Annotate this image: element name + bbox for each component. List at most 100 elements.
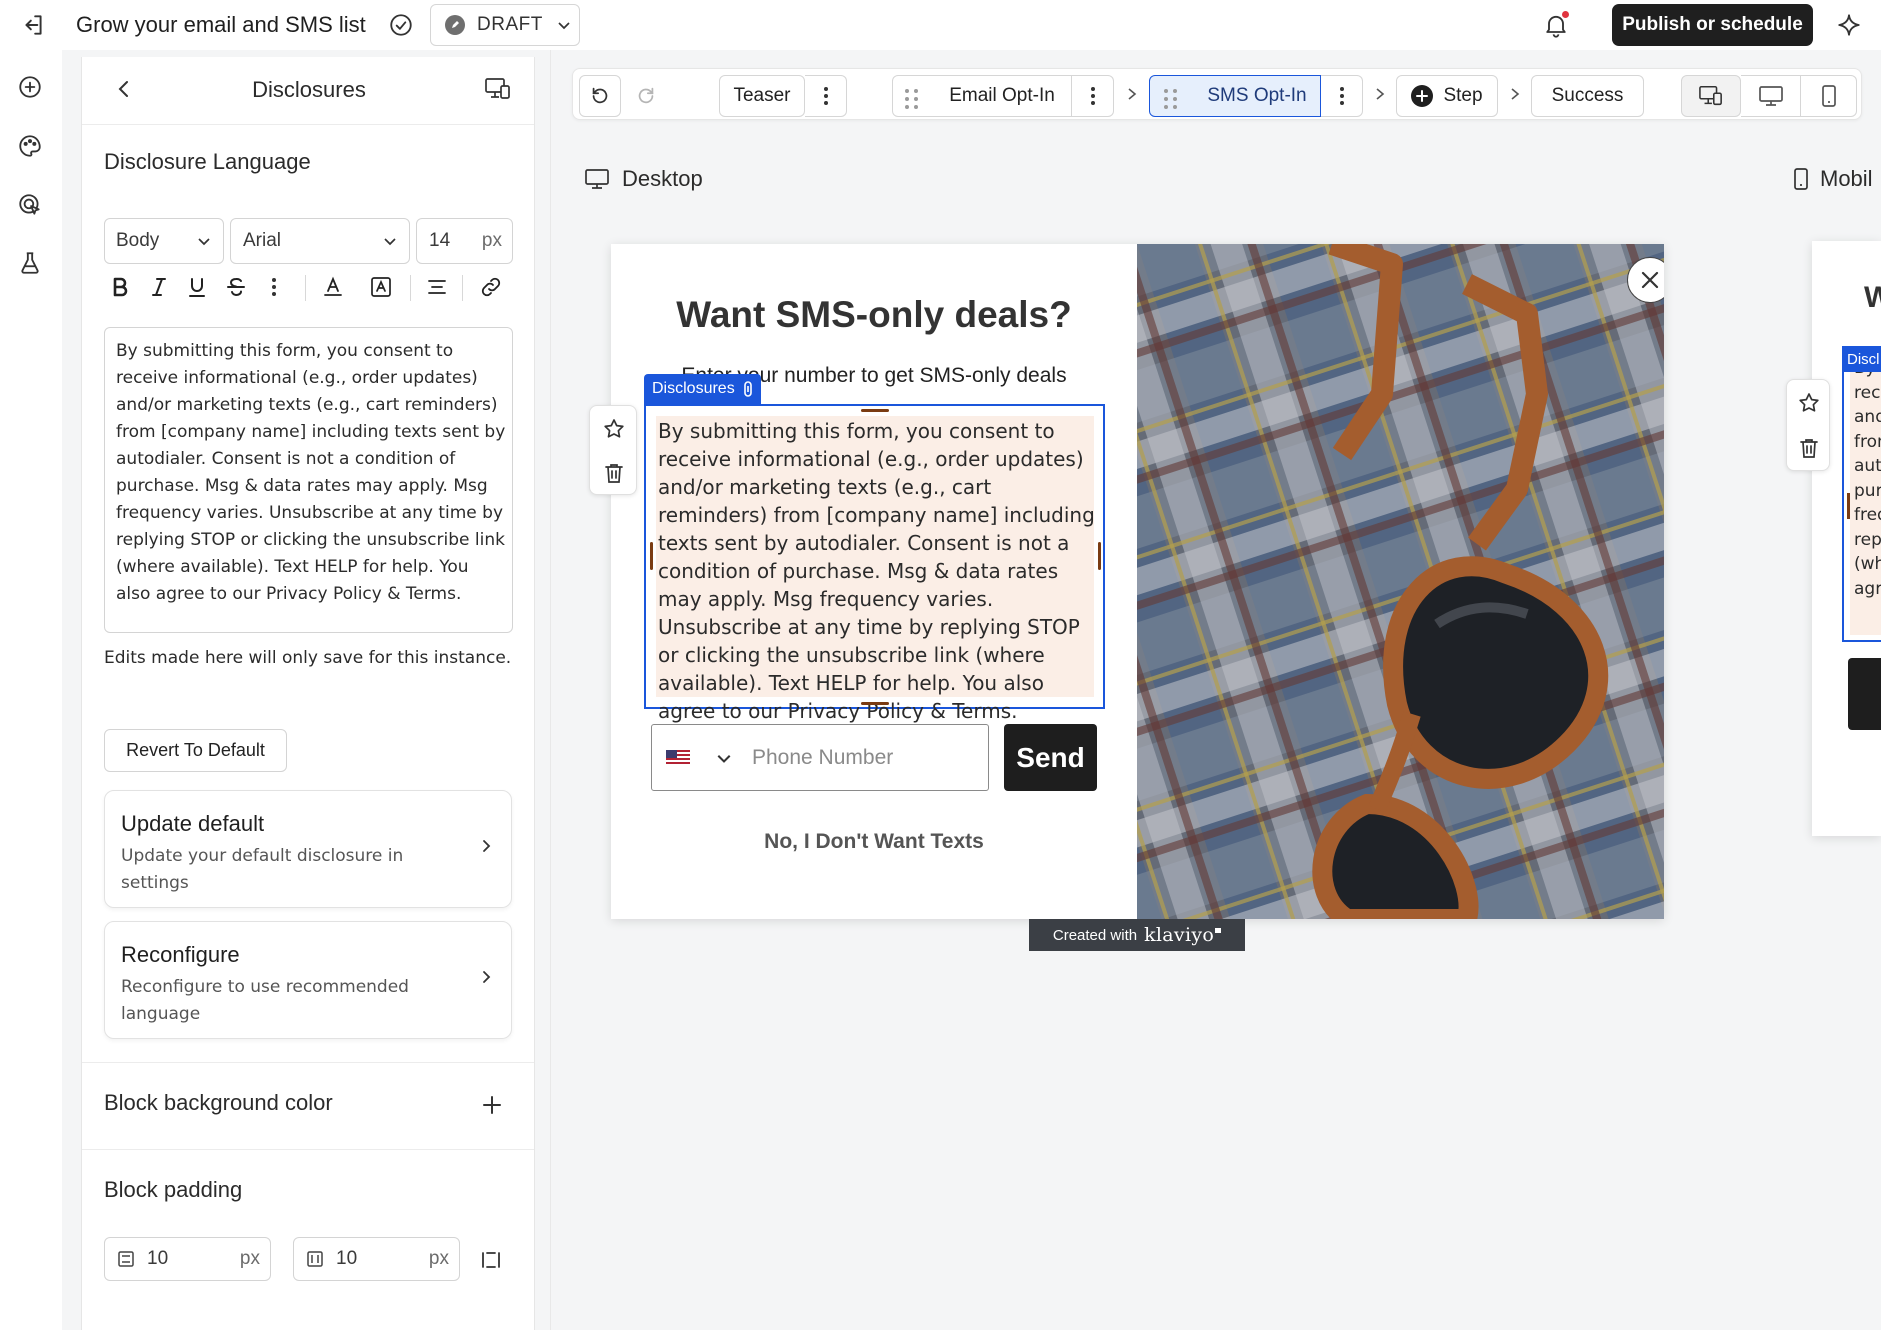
undo-button[interactable] — [579, 75, 621, 117]
chevron-right-icon — [1125, 85, 1139, 103]
exit-icon[interactable] — [20, 12, 46, 38]
disclosure-text-editor[interactable]: By submitting this form, you consent to … — [104, 327, 513, 633]
reconfigure-title: Reconfigure — [121, 942, 240, 967]
mobile-text-line: freq — [1854, 505, 1881, 525]
publish-button[interactable]: Publish or schedule — [1612, 4, 1813, 46]
klaviyo-logo: klaviyo — [1144, 924, 1215, 946]
send-button[interactable]: Send — [1004, 724, 1097, 791]
mobile-label-text: Mobil — [1820, 166, 1873, 191]
align-center-icon[interactable] — [424, 274, 450, 300]
mobile-block-actions — [1786, 379, 1830, 471]
view-both-button[interactable] — [1681, 75, 1741, 117]
text-style-value: Body — [116, 230, 160, 251]
strikethrough-icon[interactable] — [223, 274, 249, 300]
padding-vertical-icon — [117, 1250, 135, 1268]
view-mobile-button[interactable] — [1801, 75, 1857, 117]
resize-handle-left[interactable] — [650, 542, 653, 570]
padding-horizontal-icon — [306, 1250, 324, 1268]
star-icon[interactable] — [1797, 391, 1821, 415]
decline-link[interactable]: No, I Don't Want Texts — [611, 830, 1137, 854]
undo-icon — [589, 85, 611, 107]
drag-handle-icon[interactable] — [1164, 89, 1177, 109]
desktop-label-text: Desktop — [622, 166, 703, 191]
redo-button[interactable] — [625, 75, 667, 117]
chevron-down-icon — [197, 234, 211, 248]
text-color-icon[interactable] — [320, 274, 346, 300]
phone-input[interactable]: Phone Number — [651, 724, 989, 791]
update-default-card[interactable]: Update default Update your default discl… — [104, 790, 512, 908]
send-button-label: Send — [1016, 741, 1085, 773]
flask-icon[interactable] — [17, 250, 43, 276]
check-circle-icon[interactable] — [388, 12, 414, 38]
bold-icon[interactable] — [107, 274, 133, 300]
drag-handle-icon[interactable] — [905, 89, 918, 109]
disclosure-block-selected[interactable]: By submitting this form, you consent to … — [644, 404, 1105, 723]
text-style-select[interactable]: Body — [104, 218, 224, 264]
status-dropdown[interactable]: DRAFT — [430, 4, 580, 46]
devices-icon — [1698, 84, 1724, 108]
underline-icon[interactable] — [184, 274, 210, 300]
reconfigure-card[interactable]: Reconfigure Reconfigure to use recommend… — [104, 921, 512, 1039]
add-step-button[interactable]: Step — [1396, 75, 1498, 117]
font-size-value: 14 — [429, 230, 451, 251]
email-more-button[interactable] — [1072, 75, 1114, 117]
font-size-input[interactable]: 14 px — [416, 218, 513, 264]
mobile-send-button[interactable] — [1848, 658, 1881, 730]
step-sms-opt-in[interactable]: SMS Opt-In — [1149, 75, 1321, 117]
more-options-icon[interactable] — [264, 274, 284, 300]
sms-more-button[interactable] — [1321, 75, 1363, 117]
padding-horizontal-input[interactable]: 10 px — [293, 1237, 460, 1281]
redo-icon — [635, 85, 657, 107]
us-flag-icon[interactable] — [666, 749, 690, 766]
targeting-icon[interactable] — [17, 192, 43, 218]
popup-heading[interactable]: Want SMS-only deals? — [611, 294, 1137, 336]
padding-link-icon[interactable] — [478, 1247, 504, 1273]
canvas-divider — [550, 50, 551, 1330]
chevron-down-icon[interactable] — [716, 750, 732, 766]
highlight-icon[interactable] — [368, 274, 394, 300]
italic-icon[interactable] — [146, 274, 172, 300]
view-desktop-button[interactable] — [1741, 75, 1801, 117]
step-email-label: Email Opt-In — [949, 85, 1055, 106]
block-tag: Disclosures — [644, 374, 761, 404]
palette-icon[interactable] — [17, 133, 43, 159]
step-teaser[interactable]: Teaser — [719, 75, 805, 117]
teaser-more-button[interactable] — [805, 75, 847, 117]
star-icon[interactable] — [602, 417, 626, 441]
revert-default-button[interactable]: Revert To Default — [104, 729, 287, 772]
block-tag-label: Disclosures — [652, 380, 735, 397]
font-family-value: Arial — [243, 230, 282, 251]
mobile-disclosure-block[interactable]: By s rece and fron auto pur freq rep (wh… — [1842, 346, 1881, 642]
desktop-icon — [1758, 84, 1784, 108]
popup-image — [1137, 244, 1664, 919]
mobile-text-lines: By s rece and fron auto pur freq rep (wh… — [1854, 356, 1881, 601]
padding-horizontal-unit: px — [428, 1248, 449, 1269]
link-icon[interactable] — [478, 274, 504, 300]
resize-handle-left[interactable] — [1847, 493, 1850, 519]
bell-icon[interactable] — [1542, 11, 1570, 39]
step-success[interactable]: Success — [1531, 75, 1644, 117]
trash-icon[interactable] — [602, 461, 626, 485]
created-with-text: Created with — [1052, 926, 1138, 944]
add-circle-filled-icon — [1411, 85, 1434, 107]
klaviyo-flag-icon — [1215, 927, 1222, 933]
mobile-text-line: and — [1854, 407, 1881, 427]
add-icon[interactable] — [480, 1093, 504, 1117]
resize-handle-bottom[interactable] — [861, 702, 889, 705]
left-rail — [0, 50, 62, 1330]
add-circle-icon[interactable] — [17, 74, 43, 100]
device-preview-icon[interactable] — [484, 76, 512, 102]
step-email-opt-in[interactable]: Email Opt-In — [892, 75, 1072, 117]
font-family-select[interactable]: Arial — [230, 218, 410, 264]
more-vertical-icon — [1339, 87, 1344, 105]
step-teaser-label: Teaser — [733, 85, 791, 106]
bg-color-label: Block background color — [104, 1090, 333, 1115]
padding-vertical-input[interactable]: 10 px — [104, 1237, 271, 1281]
padding-label: Block padding — [104, 1177, 243, 1202]
divider — [82, 1062, 534, 1063]
trash-icon[interactable] — [1797, 436, 1821, 460]
desktop-preview-label: Desktop — [584, 166, 703, 192]
sparkle-icon[interactable] — [1836, 12, 1862, 38]
resize-handle-top[interactable] — [861, 409, 889, 412]
resize-handle-right[interactable] — [1098, 542, 1101, 570]
